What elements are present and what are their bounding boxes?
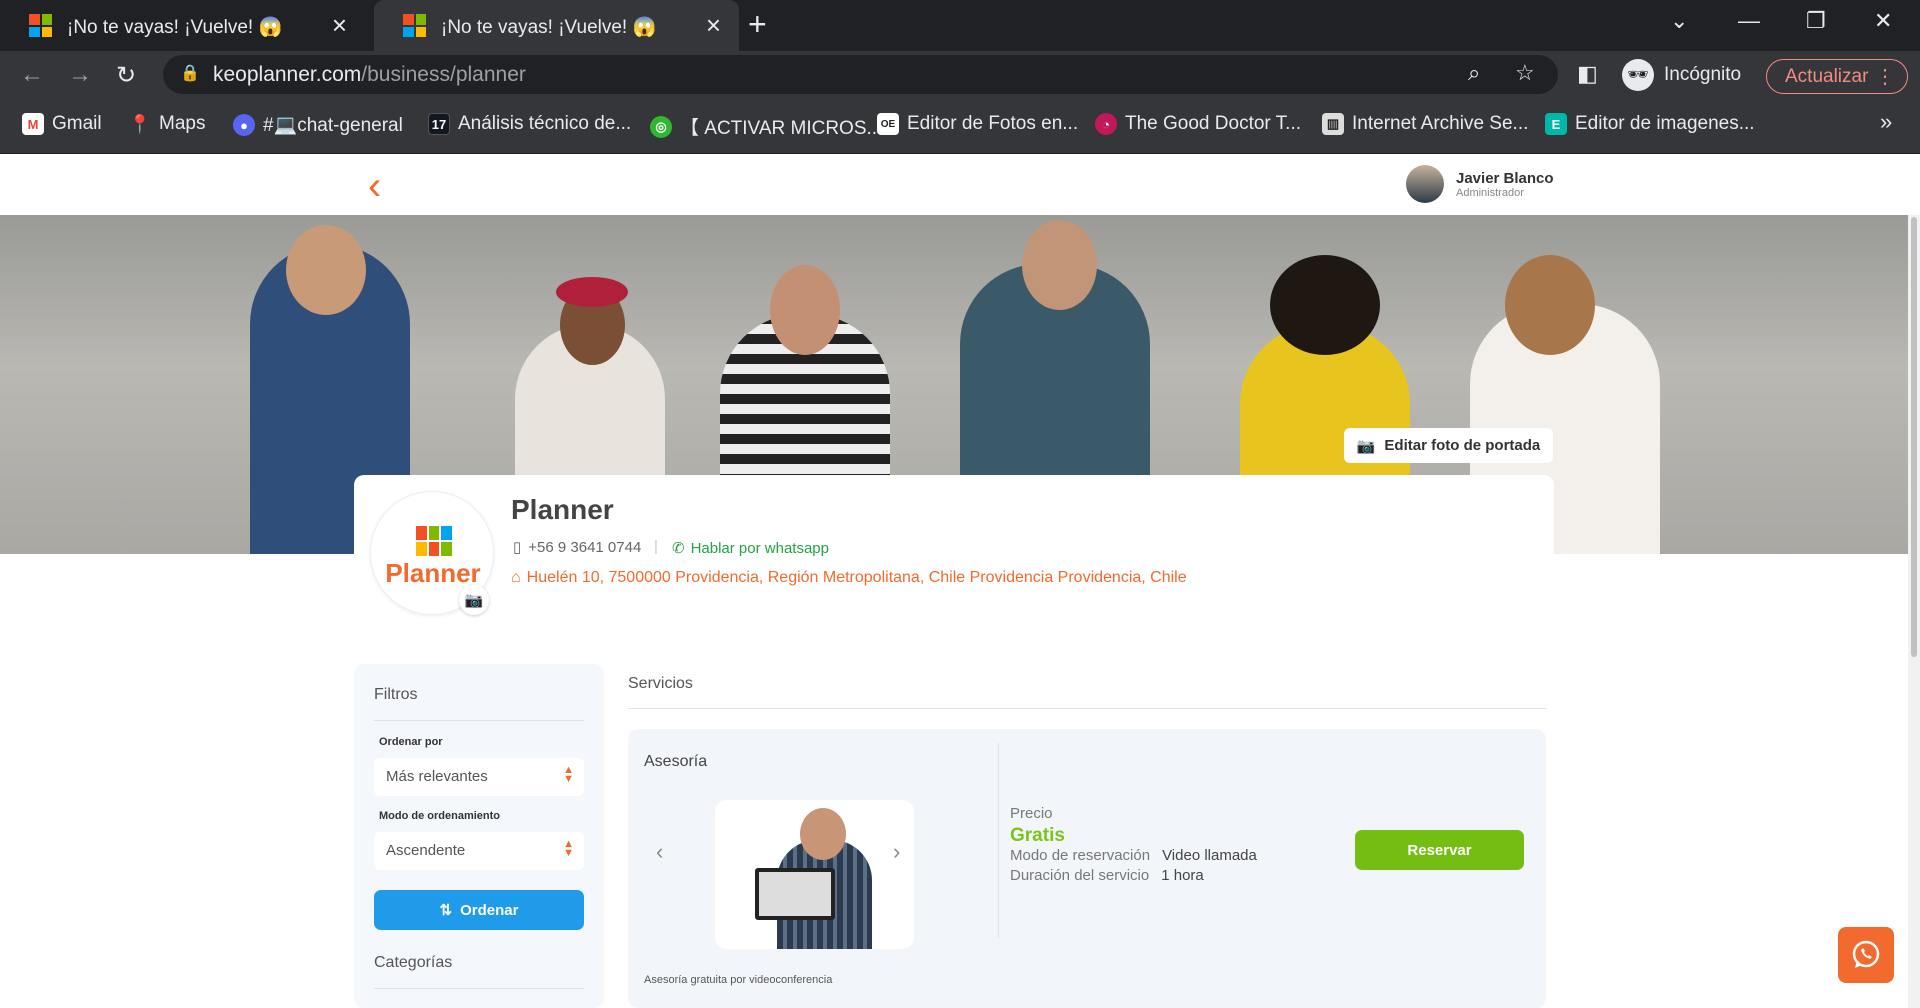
price-label: Precio <box>1010 805 1053 822</box>
change-logo-camera-icon[interactable]: 📷 <box>459 585 489 615</box>
tab-title: ¡No te vayas! ¡Vuelve! 😱 <box>441 17 657 38</box>
divider <box>374 988 584 989</box>
reload-icon[interactable]: ↻ <box>116 61 136 90</box>
order-button[interactable]: ⇅ Ordenar <box>374 890 584 930</box>
phone-icon: ▯ <box>513 539 522 556</box>
site-favicon-icon <box>29 14 52 37</box>
whatsapp-link[interactable]: ✆ Hablar por whatsapp <box>672 539 829 558</box>
business-name: Planner <box>511 494 614 525</box>
location-icon: ⌂ <box>511 569 521 586</box>
close-tab-icon[interactable]: × <box>706 10 721 41</box>
browser-tab[interactable]: ¡No te vayas! ¡Vuelve! 😱 × <box>0 0 365 51</box>
archive-icon: ▥ <box>1322 113 1344 135</box>
photo-editor-icon: OE <box>877 113 899 135</box>
close-window-icon[interactable]: ✕ <box>1874 8 1892 34</box>
close-tab-icon[interactable]: × <box>332 10 347 41</box>
incognito-icon: 🕶 <box>1622 58 1654 91</box>
business-logo: Planner 📷 <box>370 491 494 615</box>
order-mode-label: Modo de ordenamiento <box>379 810 500 822</box>
filters-panel: Filtros Ordenar por Más relevantes ▲ ▼ Mod… <box>354 664 604 1008</box>
carousel-next-icon[interactable]: › <box>893 839 900 865</box>
new-tab-icon[interactable]: + <box>748 6 767 43</box>
url-text[interactable]: keoplanner.com/business/planner <box>213 63 526 87</box>
tab-strip: ¡No te vayas! ¡Vuelve! 😱 × ¡No te vayas!… <box>0 0 1920 51</box>
order-mode-select[interactable]: Ascendente ▲ ▼ <box>374 832 584 870</box>
bookmarks-bar: M Gmail 📍 Maps ● #💻chat-general 17 Análisis … <box>0 98 1920 154</box>
carousel-prev-icon[interactable]: ‹ <box>656 839 663 865</box>
book-button[interactable]: Reservar <box>1355 830 1524 870</box>
user-role: Administrador <box>1456 186 1524 199</box>
whatsapp-icon <box>1852 940 1880 968</box>
scrollbar-thumb[interactable] <box>1911 217 1917 657</box>
bookmark-tradingview[interactable]: 17 Análisis técnico de... <box>428 113 631 135</box>
side-panel-icon[interactable]: ◧ <box>1577 61 1598 87</box>
minimize-icon[interactable]: — <box>1738 8 1760 34</box>
avatar <box>1406 165 1444 203</box>
activar-icon: ◎ <box>650 115 672 138</box>
sort-icon: ⇅ <box>439 902 453 919</box>
divider <box>628 708 1546 709</box>
business-address[interactable]: ⌂ Huelén 10, 7500000 Providencia, Región … <box>511 569 1187 587</box>
reservation-mode: Modo de reservación Video llamada <box>1010 847 1257 864</box>
discord-icon: ● <box>233 114 255 136</box>
bookmark-good-doctor[interactable]: ◔ The Good Doctor T... <box>1095 113 1301 135</box>
select-arrows-icon: ▲ ▼ <box>563 764 574 785</box>
camera-icon: 📷 <box>1356 437 1376 455</box>
lock-icon: 🔒 <box>180 65 200 82</box>
more-bookmarks-icon[interactable]: » <box>1880 109 1892 135</box>
planner-logo-icon <box>416 526 452 556</box>
whatsapp-chat-button[interactable] <box>1838 927 1894 983</box>
scrollbar[interactable] <box>1908 215 1920 1008</box>
good-doctor-icon: ◔ <box>1095 113 1117 135</box>
service-image <box>715 800 914 949</box>
forward-icon[interactable]: → <box>68 61 92 89</box>
services-title: Servicios <box>628 675 693 692</box>
zoom-icon[interactable]: ⌕ <box>1468 60 1480 86</box>
user-menu[interactable]: Javier Blanco Administrador <box>1406 165 1554 203</box>
back-arrow-icon[interactable]: ‹ <box>368 164 381 209</box>
order-by-label: Ordenar por <box>379 736 443 748</box>
filters-title: Filtros <box>374 686 418 703</box>
update-button[interactable]: Actualizar ⋮ <box>1766 59 1908 94</box>
site-favicon-icon <box>403 14 426 37</box>
categories-title: Categorías <box>374 954 453 971</box>
page-content: ‹ Javier Blanco Administrador 📷 Editar fo… <box>0 154 1920 1008</box>
bookmark-maps[interactable]: 📍 Maps <box>128 113 206 135</box>
maps-pin-icon: 📍 <box>128 113 152 134</box>
edit-cover-button[interactable]: 📷 Editar foto de portada <box>1344 428 1553 463</box>
divider <box>374 720 584 721</box>
whatsapp-icon: ✆ <box>672 540 685 557</box>
divider: | <box>654 538 658 555</box>
divider <box>998 743 999 938</box>
menu-dots-icon[interactable]: ⋮ <box>1875 64 1895 89</box>
service-caption: Asesoría gratuita por videoconferencia <box>644 974 833 986</box>
bookmark-image-editor[interactable]: E Editor de imagenes... <box>1545 113 1755 135</box>
gmail-icon: M <box>22 113 44 135</box>
service-duration: Duración del servicio 1 hora <box>1010 867 1204 884</box>
image-editor-icon: E <box>1545 113 1567 135</box>
service-card: Asesoría ‹ › Asesoría gratuita por video… <box>628 729 1546 1008</box>
bookmark-internet-archive[interactable]: ▥ Internet Archive Se... <box>1322 113 1528 135</box>
bookmark-star-icon[interactable]: ☆ <box>1515 60 1535 86</box>
bookmark-discord[interactable]: ● #💻chat-general <box>233 113 403 137</box>
back-icon[interactable]: ← <box>20 61 44 89</box>
address-bar[interactable]: 🔒 keoplanner.com/business/planner ⌕ ☆ <box>163 55 1558 94</box>
bookmark-photo-editor[interactable]: OE Editor de Fotos en... <box>877 113 1078 135</box>
tab-search-icon[interactable]: ⌄ <box>1670 8 1688 34</box>
bookmark-gmail[interactable]: M Gmail <box>22 113 102 135</box>
incognito-profile[interactable]: 🕶 Incógnito <box>1622 57 1741 92</box>
tab-title: ¡No te vayas! ¡Vuelve! 😱 <box>67 17 283 38</box>
restore-icon[interactable]: ❐ <box>1806 8 1826 34</box>
user-name: Javier Blanco <box>1456 169 1554 187</box>
service-name: Asesoría <box>644 753 708 770</box>
order-by-select[interactable]: Más relevantes ▲ ▼ <box>374 758 584 796</box>
browser-tab-active[interactable]: ¡No te vayas! ¡Vuelve! 😱 × <box>374 0 739 51</box>
select-arrows-icon: ▲ ▼ <box>563 838 574 859</box>
tradingview-icon: 17 <box>428 113 450 135</box>
profile-label: Incógnito <box>1664 63 1742 85</box>
bookmark-activar[interactable]: ◎ 【 ACTIVAR MICROS... <box>650 113 882 140</box>
price-value: Gratis <box>1010 825 1065 846</box>
browser-toolbar: ← → ↻ 🔒 keoplanner.com/business/planner … <box>0 51 1920 98</box>
business-phone: ▯ +56 9 3641 0744 <box>513 538 642 557</box>
